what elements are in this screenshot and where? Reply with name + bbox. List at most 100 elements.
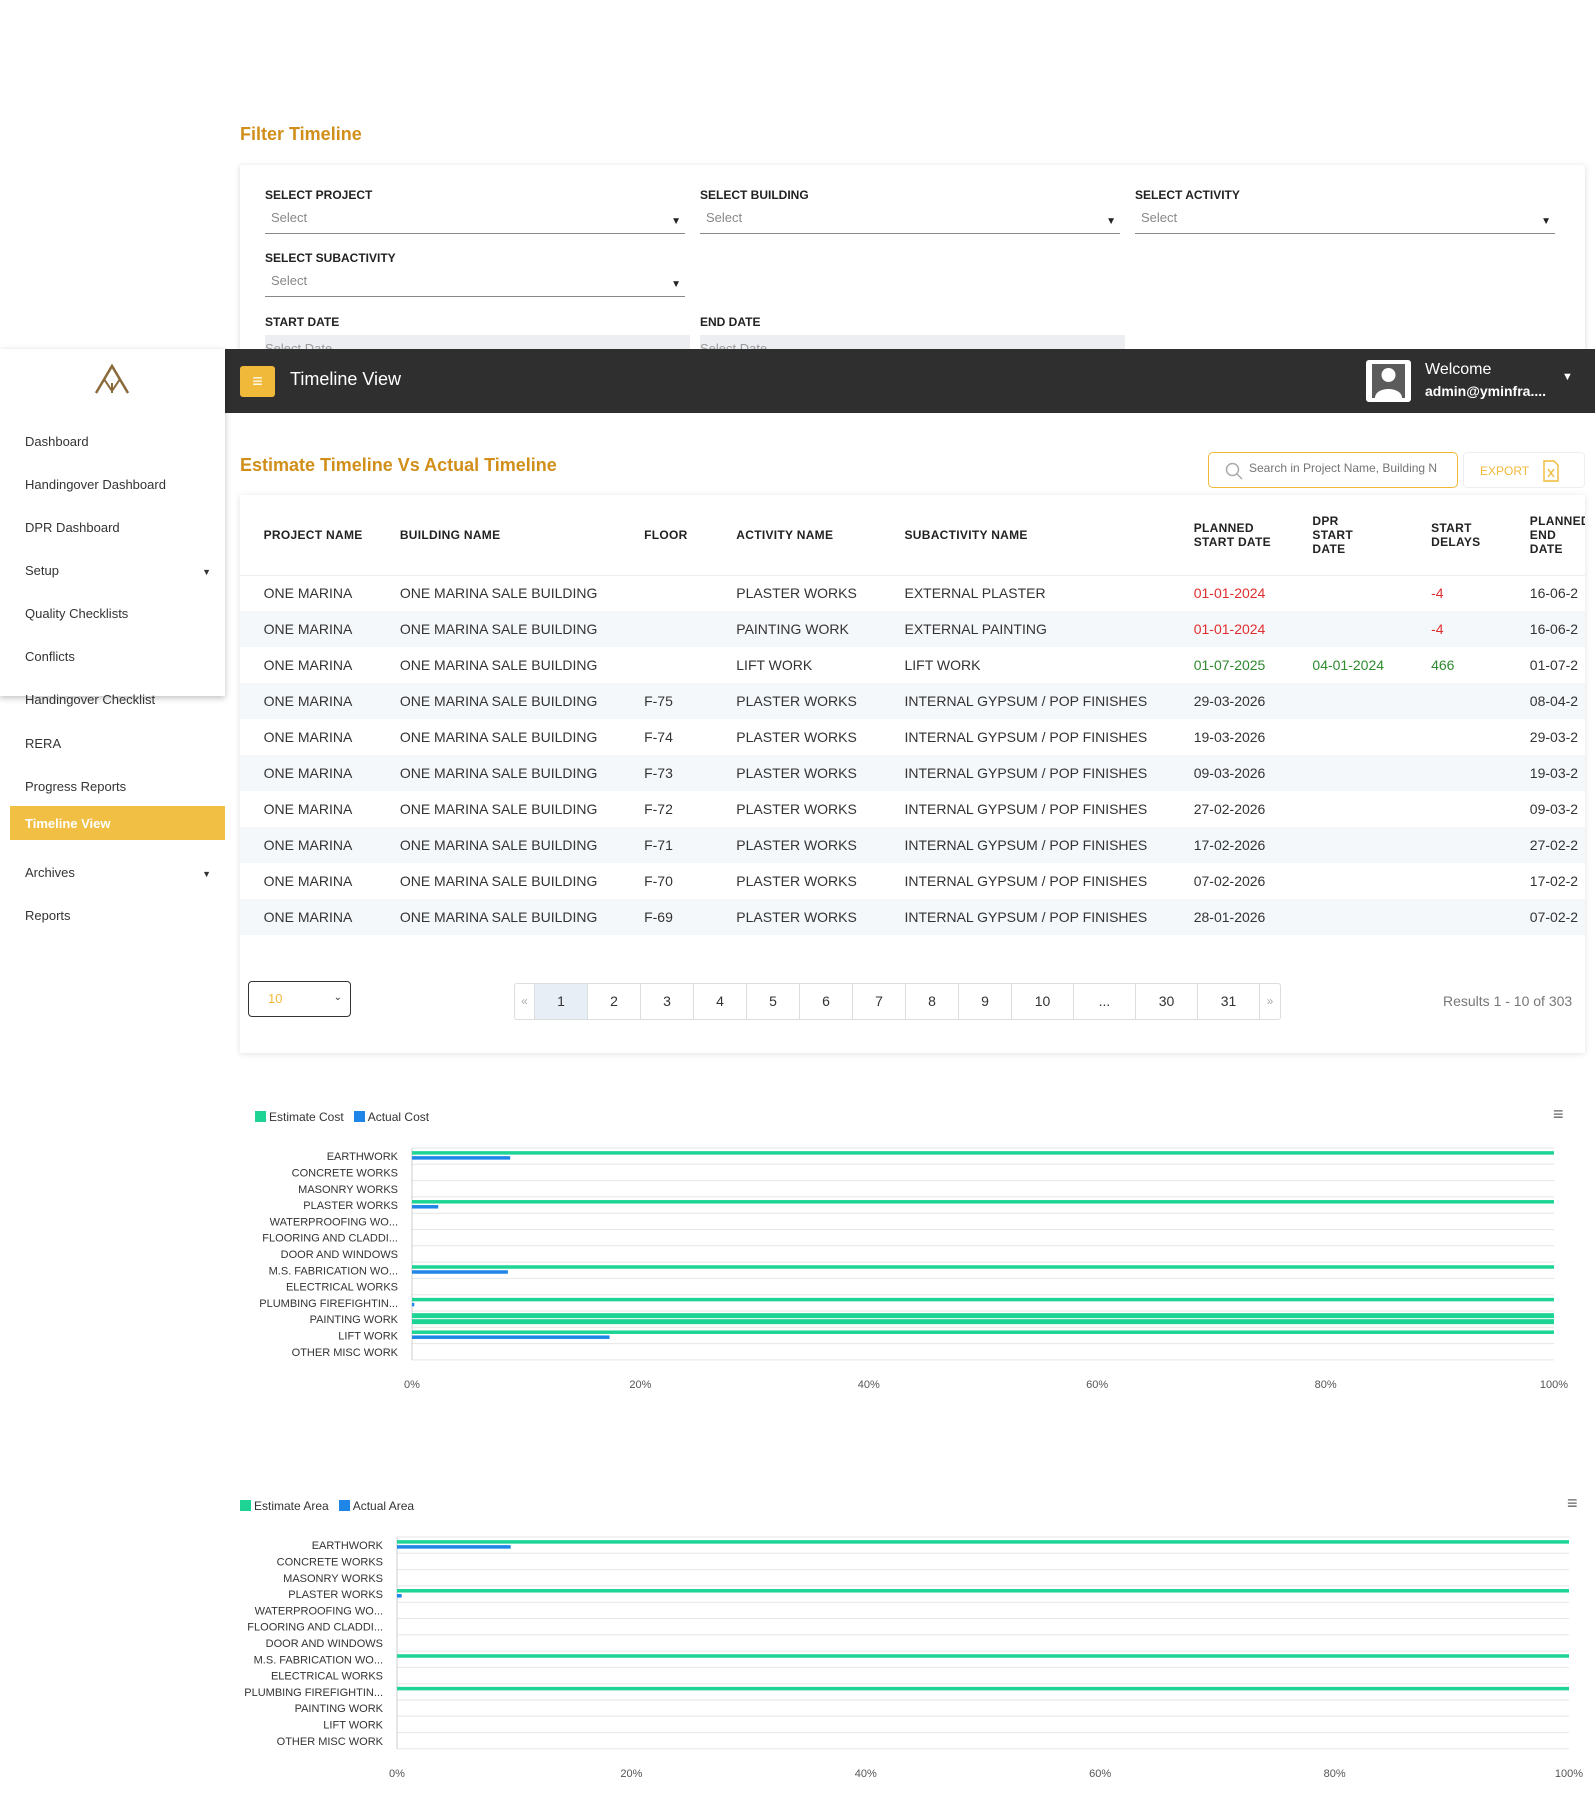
subactivity-select[interactable]: Select ▼ bbox=[265, 273, 685, 297]
sidebar-item-timeline-view[interactable]: Timeline View bbox=[10, 806, 225, 840]
bar-actual[interactable] bbox=[397, 1545, 511, 1549]
bar-actual[interactable] bbox=[412, 1335, 610, 1339]
column-header[interactable]: START DELAYS bbox=[1431, 495, 1530, 576]
logo-icon bbox=[94, 363, 130, 394]
bar-estimate[interactable] bbox=[397, 1589, 1569, 1593]
column-header[interactable]: BUILDING NAME bbox=[399, 495, 645, 576]
page-button[interactable]: 1 bbox=[535, 984, 588, 1019]
table-row[interactable]: ONE MARINA ONE MARINA SALE BUILDING F-71 PL… bbox=[240, 827, 1585, 863]
page-button[interactable]: 30 bbox=[1136, 984, 1198, 1019]
table-row[interactable]: ONE MARINA ONE MARINA SALE BUILDING F-69 PL… bbox=[240, 899, 1585, 935]
table-row[interactable]: ONE MARINA ONE MARINA SALE BUILDING F-73 PL… bbox=[240, 755, 1585, 791]
column-header[interactable]: ACTIVITY NAME bbox=[736, 495, 905, 576]
bar-estimate[interactable] bbox=[412, 1265, 1554, 1269]
column-header[interactable]: SUBACTIVITY NAME bbox=[904, 495, 1194, 576]
caret-down-icon: ▼ bbox=[202, 869, 211, 879]
legend-item-estimate-cost[interactable]: Estimate Cost bbox=[255, 1110, 344, 1124]
bar-estimate[interactable] bbox=[397, 1540, 1569, 1544]
x-tick-label: 60% bbox=[1086, 1379, 1108, 1390]
page-button[interactable]: 4 bbox=[694, 984, 747, 1019]
bar-actual[interactable] bbox=[412, 1302, 415, 1307]
dpr-start-cell: 04-01-2024 bbox=[1312, 657, 1385, 673]
page-button[interactable]: 2 bbox=[588, 984, 641, 1019]
export-button[interactable]: EXPORT bbox=[1463, 452, 1585, 488]
page-button[interactable]: 10 bbox=[1012, 984, 1074, 1019]
page-button[interactable]: 31 bbox=[1198, 984, 1260, 1019]
page-next-button[interactable]: » bbox=[1260, 984, 1280, 1019]
project-cell: ONE MARINA bbox=[263, 585, 353, 602]
search-box[interactable] bbox=[1208, 452, 1458, 488]
sidebar-item-archives[interactable]: Archives ▼ bbox=[0, 855, 225, 889]
building-cell: ONE MARINA SALE BUILDING bbox=[399, 585, 598, 602]
bar-estimate[interactable] bbox=[412, 1200, 1554, 1204]
search-input[interactable] bbox=[1249, 461, 1449, 475]
sidebar-item-handingover-checklist[interactable]: Handingover Checklist bbox=[0, 682, 225, 716]
sidebar-item-dpr-dashboard[interactable]: DPR Dashboard bbox=[0, 510, 225, 544]
table-row[interactable]: ONE MARINA ONE MARINA SALE BUILDING LIFT W… bbox=[240, 647, 1585, 683]
bar-actual[interactable] bbox=[412, 1205, 439, 1209]
area-chart: EARTHWORK CONCRETE WORKS MASONRY WORKS PLAS… bbox=[244, 1536, 1583, 1779]
page-button[interactable]: ... bbox=[1074, 984, 1136, 1019]
table-row[interactable]: ONE MARINA ONE MARINA SALE BUILDING F-72 PL… bbox=[240, 791, 1585, 827]
page-button[interactable]: 5 bbox=[747, 984, 800, 1019]
page-prev-button[interactable]: « bbox=[515, 984, 535, 1019]
bar-actual[interactable] bbox=[397, 1594, 402, 1598]
bar-estimate[interactable] bbox=[412, 1330, 1554, 1334]
table-row[interactable]: ONE MARINA ONE MARINA SALE BUILDING F-74 PL… bbox=[240, 719, 1585, 755]
bar-estimate[interactable] bbox=[412, 1151, 1554, 1155]
bar-actual[interactable] bbox=[412, 1270, 508, 1274]
page-size-select[interactable]: 10 ⌄ bbox=[248, 981, 351, 1017]
activity-cell: PLASTER WORKS bbox=[736, 729, 857, 745]
sidebar-item-dashboard[interactable]: Dashboard bbox=[0, 424, 225, 458]
sidebar-item-setup[interactable]: Setup ▼ bbox=[0, 553, 225, 587]
sidebar-item-progress-reports[interactable]: Progress Reports bbox=[0, 769, 225, 803]
project-select-value: Select bbox=[271, 210, 308, 225]
avatar[interactable] bbox=[1366, 360, 1411, 402]
bar-actual[interactable] bbox=[412, 1319, 1554, 1325]
caret-down-icon[interactable]: ▼ bbox=[1562, 371, 1573, 383]
column-header[interactable]: PLANNED START DATE bbox=[1193, 495, 1313, 576]
bar-estimate[interactable] bbox=[397, 1654, 1569, 1658]
hamburger-icon[interactable]: ≡ bbox=[240, 366, 275, 397]
table-row[interactable]: ONE MARINA ONE MARINA SALE BUILDING PLASTE… bbox=[240, 575, 1585, 611]
sidebar-item-rera[interactable]: RERA bbox=[0, 726, 225, 760]
bar-estimate[interactable] bbox=[412, 1313, 1554, 1319]
chart-menu-icon[interactable]: ≡ bbox=[1567, 1493, 1578, 1514]
column-header[interactable]: FLOOR bbox=[644, 495, 737, 576]
table-row[interactable]: ONE MARINA ONE MARINA SALE BUILDING PAINTI… bbox=[240, 611, 1585, 647]
planned-start-cell: 01-07-2025 bbox=[1193, 657, 1266, 673]
activity-cell: PLASTER WORKS bbox=[736, 873, 857, 889]
chart-menu-icon[interactable]: ≡ bbox=[1553, 1104, 1564, 1125]
bar-estimate[interactable] bbox=[412, 1297, 1554, 1302]
sidebar-item-label: Reports bbox=[25, 908, 71, 923]
page-button[interactable]: 3 bbox=[641, 984, 694, 1019]
bar-actual[interactable] bbox=[412, 1156, 511, 1160]
page-button[interactable]: 8 bbox=[906, 984, 959, 1019]
legend-item-actual-cost[interactable]: Actual Cost bbox=[353, 1110, 429, 1124]
start-delay-cell bbox=[1431, 863, 1530, 899]
page-button[interactable]: 6 bbox=[800, 984, 853, 1019]
category-label: WATERPROOFING WO... bbox=[255, 1605, 383, 1617]
sidebar-item-handingover-dashboard[interactable]: Handingover Dashboard bbox=[0, 467, 225, 501]
activity-cell: LIFT WORK bbox=[736, 657, 813, 673]
table-row[interactable]: ONE MARINA ONE MARINA SALE BUILDING F-70 PL… bbox=[240, 863, 1585, 899]
sidebar-item-conflicts[interactable]: Conflicts bbox=[0, 639, 225, 673]
building-select[interactable]: Select ▼ bbox=[700, 210, 1120, 234]
dpr-start-cell bbox=[1312, 755, 1431, 791]
project-select[interactable]: Select ▼ bbox=[265, 210, 685, 234]
table-row[interactable]: ONE MARINA ONE MARINA SALE BUILDING F-75 PL… bbox=[240, 683, 1585, 719]
category-label: WATERPROOFING WO... bbox=[270, 1216, 398, 1228]
bar-estimate[interactable] bbox=[397, 1686, 1569, 1691]
legend-item-estimate-area[interactable]: Estimate Area bbox=[240, 1499, 329, 1513]
activity-select[interactable]: Select ▼ bbox=[1135, 210, 1555, 234]
sidebar-item-quality-checklists[interactable]: Quality Checklists bbox=[0, 596, 225, 630]
column-header[interactable]: PLANNED END DATE bbox=[1529, 495, 1585, 576]
legend-item-actual-area[interactable]: Actual Area bbox=[338, 1499, 414, 1513]
column-header[interactable]: DPR START DATE bbox=[1312, 495, 1432, 576]
column-header[interactable]: PROJECT NAME bbox=[263, 495, 400, 576]
page-button[interactable]: 7 bbox=[853, 984, 906, 1019]
page-button[interactable]: 9 bbox=[959, 984, 1012, 1019]
sidebar-item-reports[interactable]: Reports bbox=[0, 898, 225, 932]
planned-start-cell: 29-03-2026 bbox=[1193, 693, 1266, 709]
start-delay-cell bbox=[1431, 827, 1530, 863]
